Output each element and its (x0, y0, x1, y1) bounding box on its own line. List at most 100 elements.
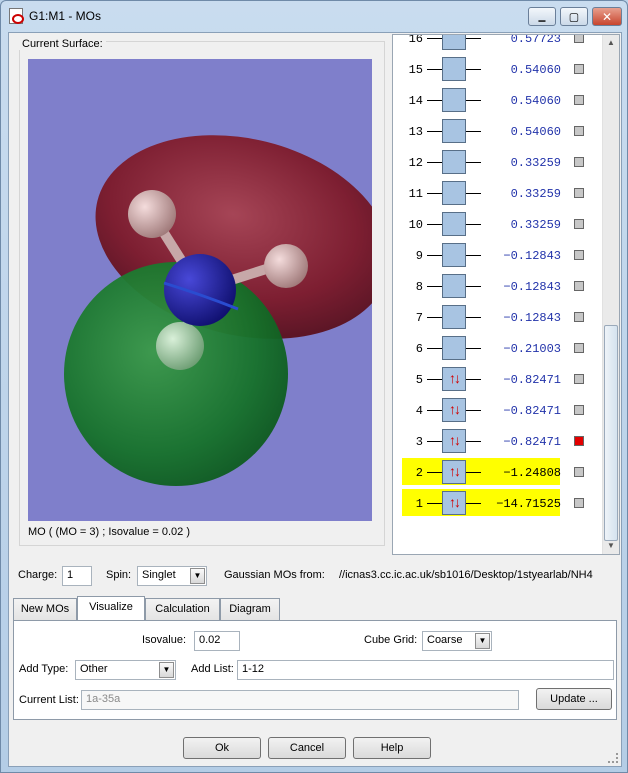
mo-select-checkbox[interactable] (574, 405, 584, 415)
mo-energy: −0.82471 (503, 435, 561, 449)
minimize-button[interactable]: ▁ (528, 7, 556, 26)
mo-energy: −0.21003 (503, 342, 561, 356)
scroll-thumb[interactable] (604, 325, 618, 541)
orbital-box[interactable] (442, 274, 466, 298)
mo-level-row[interactable]: 14 0.54060 (393, 85, 603, 116)
orbital-box[interactable] (442, 181, 466, 205)
chevron-down-icon[interactable]: ▼ (159, 662, 174, 678)
orbital-box[interactable] (442, 88, 466, 112)
mo-index: 2 (415, 466, 423, 480)
orbital-box[interactable]: ↑↓ (442, 429, 466, 453)
spin-select[interactable]: Singlet ▼ (137, 566, 207, 586)
mo-level-row[interactable]: 9 −0.12843 (393, 240, 603, 271)
mo-level-row[interactable]: 5 ↑↓ −0.82471 (393, 364, 603, 395)
mo-select-checkbox[interactable] (574, 498, 584, 508)
mo-select-checkbox[interactable] (574, 312, 584, 322)
mo-select-checkbox[interactable] (574, 64, 584, 74)
orbital-box[interactable] (442, 212, 466, 236)
app-icon (9, 8, 24, 24)
mo-level-row[interactable]: 10 0.33259 (393, 209, 603, 240)
mo-energy: −0.82471 (503, 373, 561, 387)
mo-level-row[interactable]: 16 0.57723 (393, 34, 603, 54)
orbital-box[interactable] (442, 35, 466, 50)
mo-energy: −0.12843 (503, 249, 561, 263)
mo-select-checkbox[interactable] (574, 157, 584, 167)
mo-select-checkbox[interactable] (574, 374, 584, 384)
mo-select-checkbox[interactable] (574, 281, 584, 291)
mo-select-checkbox[interactable] (574, 35, 584, 43)
update-button[interactable]: Update ... (536, 688, 612, 710)
orbital-box[interactable]: ↑↓ (442, 460, 466, 484)
mo-select-checkbox[interactable] (574, 95, 584, 105)
mo-level-row[interactable]: 1 ↑↓ −14.71525 (393, 488, 603, 519)
mo-energy: −0.12843 (503, 280, 561, 294)
spin-label: Spin: (106, 569, 132, 581)
mo-select-checkbox[interactable] (574, 343, 584, 353)
mo-select-checkbox[interactable] (574, 126, 584, 136)
cube-grid-label: Cube Grid: (364, 634, 418, 646)
maximize-button[interactable]: ▢ (560, 7, 588, 26)
ok-button[interactable]: Ok (183, 737, 261, 759)
tab-diagram[interactable]: Diagram (220, 598, 280, 620)
orbital-box[interactable] (442, 150, 466, 174)
molecule-viewer[interactable] (28, 59, 372, 521)
mo-level-row[interactable]: 13 0.54060 (393, 116, 603, 147)
mo-energy-panel[interactable]: 16 0.57723 15 0.54060 14 0.54060 13 0.54060 12 0.… (392, 34, 620, 555)
mo-select-checkbox[interactable] (574, 436, 584, 446)
source-path: //icnas3.cc.ic.ac.uk/sb1016/Desktop/1sty… (339, 569, 593, 581)
orbital-box[interactable] (442, 119, 466, 143)
add-type-label: Add Type: (19, 663, 69, 675)
window-client: Current Surface: MO ((MO = 3) ; Isovalu… (8, 32, 622, 767)
mo-select-checkbox[interactable] (574, 250, 584, 260)
mo-window: G1:M1 - MOs ▁ ▢ ✕ Current Surface: MO (… (0, 0, 628, 773)
mo-level-row[interactable]: 4 ↑↓ −0.82471 (393, 395, 603, 426)
mo-select-checkbox[interactable] (574, 467, 584, 477)
mo-level-row[interactable]: 8 −0.12843 (393, 271, 603, 302)
tab-visualize[interactable]: Visualize (77, 596, 145, 621)
minimize-icon: ▁ (538, 11, 546, 21)
resize-grip-icon[interactable] (608, 753, 618, 763)
chevron-down-icon[interactable]: ▼ (190, 568, 205, 584)
charge-label: Charge: (18, 569, 58, 581)
cube-grid-select[interactable]: Coarse ▼ (422, 631, 492, 651)
cancel-button[interactable]: Cancel (268, 737, 346, 759)
electron-pair-icon: ↑↓ (449, 370, 461, 386)
electron-pair-icon: ↑↓ (449, 401, 461, 417)
title-bar[interactable]: G1:M1 - MOs ▁ ▢ ✕ (1, 1, 627, 31)
current-list-field[interactable]: 1a-35a (81, 690, 519, 710)
mo-index: 7 (415, 311, 423, 325)
mo-select-checkbox[interactable] (574, 188, 584, 198)
orbital-box[interactable] (442, 305, 466, 329)
add-type-select[interactable]: Other ▼ (75, 660, 176, 680)
mo-select-checkbox[interactable] (574, 219, 584, 229)
charge-field[interactable]: 1 (62, 566, 92, 586)
orbital-box[interactable]: ↑↓ (442, 367, 466, 391)
mo-level-row[interactable]: 3 ↑↓ −0.82471 (393, 426, 603, 457)
tab-new-mos[interactable]: New MOs (13, 598, 77, 620)
orbital-box[interactable] (442, 336, 466, 360)
mo-level-row[interactable]: 2 ↑↓ −1.24808 (393, 457, 603, 488)
mo-energy: 0.54060 (510, 125, 561, 139)
close-button[interactable]: ✕ (592, 7, 622, 26)
mo-level-row[interactable]: 15 0.54060 (393, 54, 603, 85)
mo-index: 10 (408, 218, 423, 232)
mo-energy: −14.71525 (496, 497, 561, 511)
scroll-up-icon[interactable]: ▲ (603, 35, 619, 51)
mo-energy: 0.57723 (510, 34, 561, 46)
mo-level-row[interactable]: 11 0.33259 (393, 178, 603, 209)
mo-scrollbar[interactable]: ▲ ▼ (602, 35, 619, 554)
scroll-down-icon[interactable]: ▼ (603, 538, 619, 554)
help-button[interactable]: Help (353, 737, 431, 759)
orbital-box[interactable]: ↑↓ (442, 491, 466, 515)
chevron-down-icon[interactable]: ▼ (475, 633, 490, 649)
current-list-label: Current List: (19, 694, 79, 706)
orbital-box[interactable] (442, 243, 466, 267)
mo-level-row[interactable]: 12 0.33259 (393, 147, 603, 178)
tab-calculation[interactable]: Calculation (145, 598, 220, 620)
mo-level-row[interactable]: 6 −0.21003 (393, 333, 603, 364)
orbital-box[interactable] (442, 57, 466, 81)
add-list-field[interactable]: 1-12 (237, 660, 614, 680)
isovalue-field[interactable]: 0.02 (194, 631, 240, 651)
mo-level-row[interactable]: 7 −0.12843 (393, 302, 603, 333)
orbital-box[interactable]: ↑↓ (442, 398, 466, 422)
